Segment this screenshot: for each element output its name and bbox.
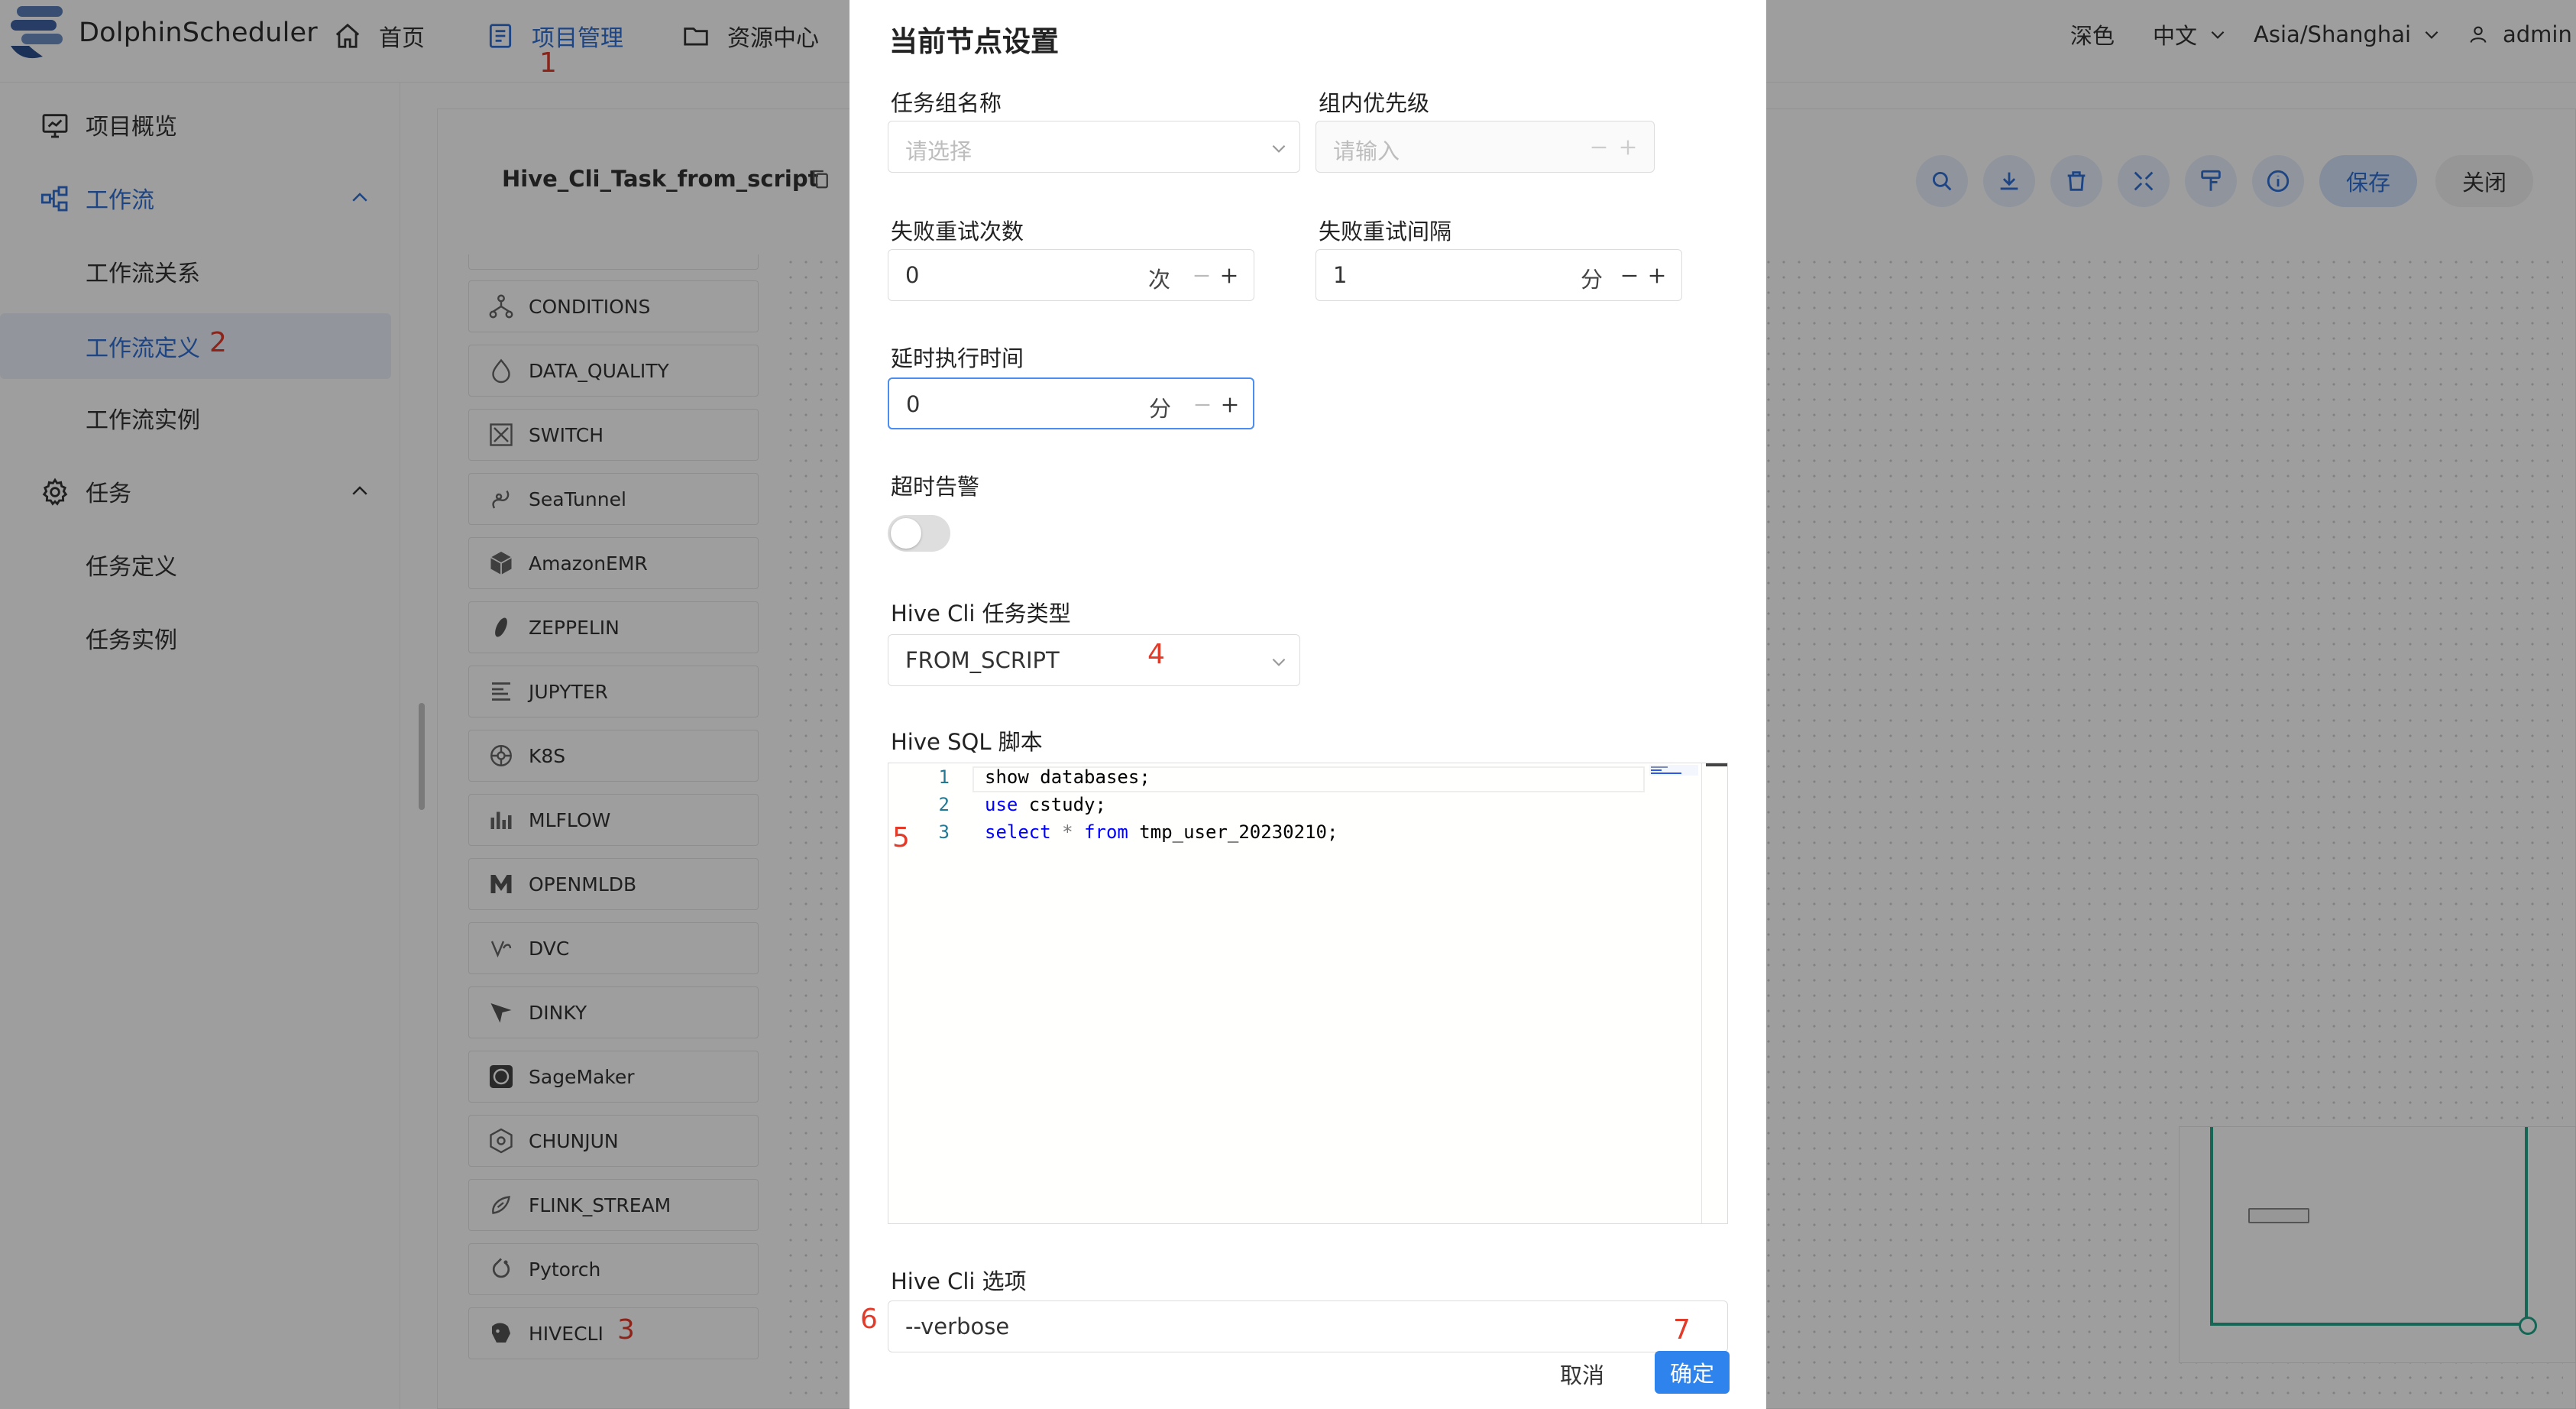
delay-label: 延时执行时间 [891,345,1024,371]
plus-icon[interactable] [1646,265,1668,287]
plus-icon[interactable] [1219,394,1241,416]
delay-unit: 分 [1149,396,1172,422]
retry-interval-value: 1 [1333,262,1348,288]
code-line-3: select * from tmp_user_20230210; [985,821,1338,843]
retry-interval-input[interactable]: 1 分 [1316,249,1682,301]
task-group-select[interactable]: 请选择 [888,121,1300,173]
cancel-button[interactable]: 取消 [1560,1354,1604,1394]
task-group-placeholder: 请选择 [905,138,972,164]
drawer-title: 当前节点设置 [889,25,1059,58]
delay-input[interactable]: 0 分 [888,377,1254,429]
line-number: 2 [938,794,950,815]
retry-times-unit: 次 [1148,267,1171,293]
annotation-7: 7 [1673,1314,1691,1346]
annotation-4: 4 [1147,639,1165,670]
code-line-1: show databases; [985,766,1150,788]
code-text: tmp_user_20230210; [1128,821,1338,843]
code-text: cstudy; [1018,794,1106,815]
retry-interval-label: 失败重试间隔 [1319,219,1452,245]
editor-minimap[interactable] [1649,765,1698,776]
hive-type-label: Hive Cli 任务类型 [891,601,1071,627]
code-keyword: from [1084,821,1128,843]
chevron-down-icon [1272,658,1286,666]
priority-input[interactable]: 请输入 [1316,121,1655,173]
hive-options-value: --verbose [905,1313,1010,1339]
annotation-6: 6 [860,1304,878,1335]
priority-placeholder: 请输入 [1333,138,1400,164]
script-label: Hive SQL 脚本 [891,729,1043,755]
minus-icon[interactable] [1619,265,1640,287]
retry-times-label: 失败重试次数 [891,219,1024,245]
minus-icon[interactable] [1191,265,1212,287]
annotation-5: 5 [892,822,910,853]
hive-options-input[interactable]: --verbose [888,1300,1728,1352]
minus-icon[interactable] [1588,137,1610,158]
hive-options-label: Hive Cli 选项 [891,1268,1027,1294]
editor-scroll-track[interactable] [1701,763,1702,1223]
chevron-down-icon [1272,144,1286,153]
timeout-alarm-switch[interactable] [888,515,950,552]
switch-knob [891,518,921,549]
delay-value: 0 [906,391,921,417]
hive-type-value: FROM_SCRIPT [905,647,1060,673]
plus-icon[interactable] [1218,265,1240,287]
hive-type-select[interactable]: FROM_SCRIPT [888,634,1300,686]
code-keyword: select [985,821,1051,843]
code-line-2: use cstudy; [985,794,1106,815]
node-settings-drawer: 当前节点设置 任务组名称 请选择 组内优先级 请输入 失败重试次数 0 次 失败… [849,0,1766,1409]
retry-interval-unit: 分 [1581,267,1604,293]
timeout-alarm-label: 超时告警 [891,474,980,500]
plus-icon[interactable] [1617,137,1639,158]
code-operator: * [1062,821,1073,843]
minus-icon[interactable] [1192,394,1213,416]
line-number: 1 [938,766,950,788]
code-text: show databases; [985,766,1150,788]
retry-times-value: 0 [905,262,920,288]
priority-label: 组内优先级 [1319,90,1430,116]
confirm-button[interactable]: 确定 [1655,1351,1730,1394]
sql-script-editor[interactable]: 1 2 3 show databases; use cstudy; select… [888,763,1728,1224]
retry-times-input[interactable]: 0 次 [888,249,1254,301]
code-keyword: use [985,794,1018,815]
task-group-label: 任务组名称 [891,90,1002,116]
editor-scroll-thumb[interactable] [1706,763,1727,766]
